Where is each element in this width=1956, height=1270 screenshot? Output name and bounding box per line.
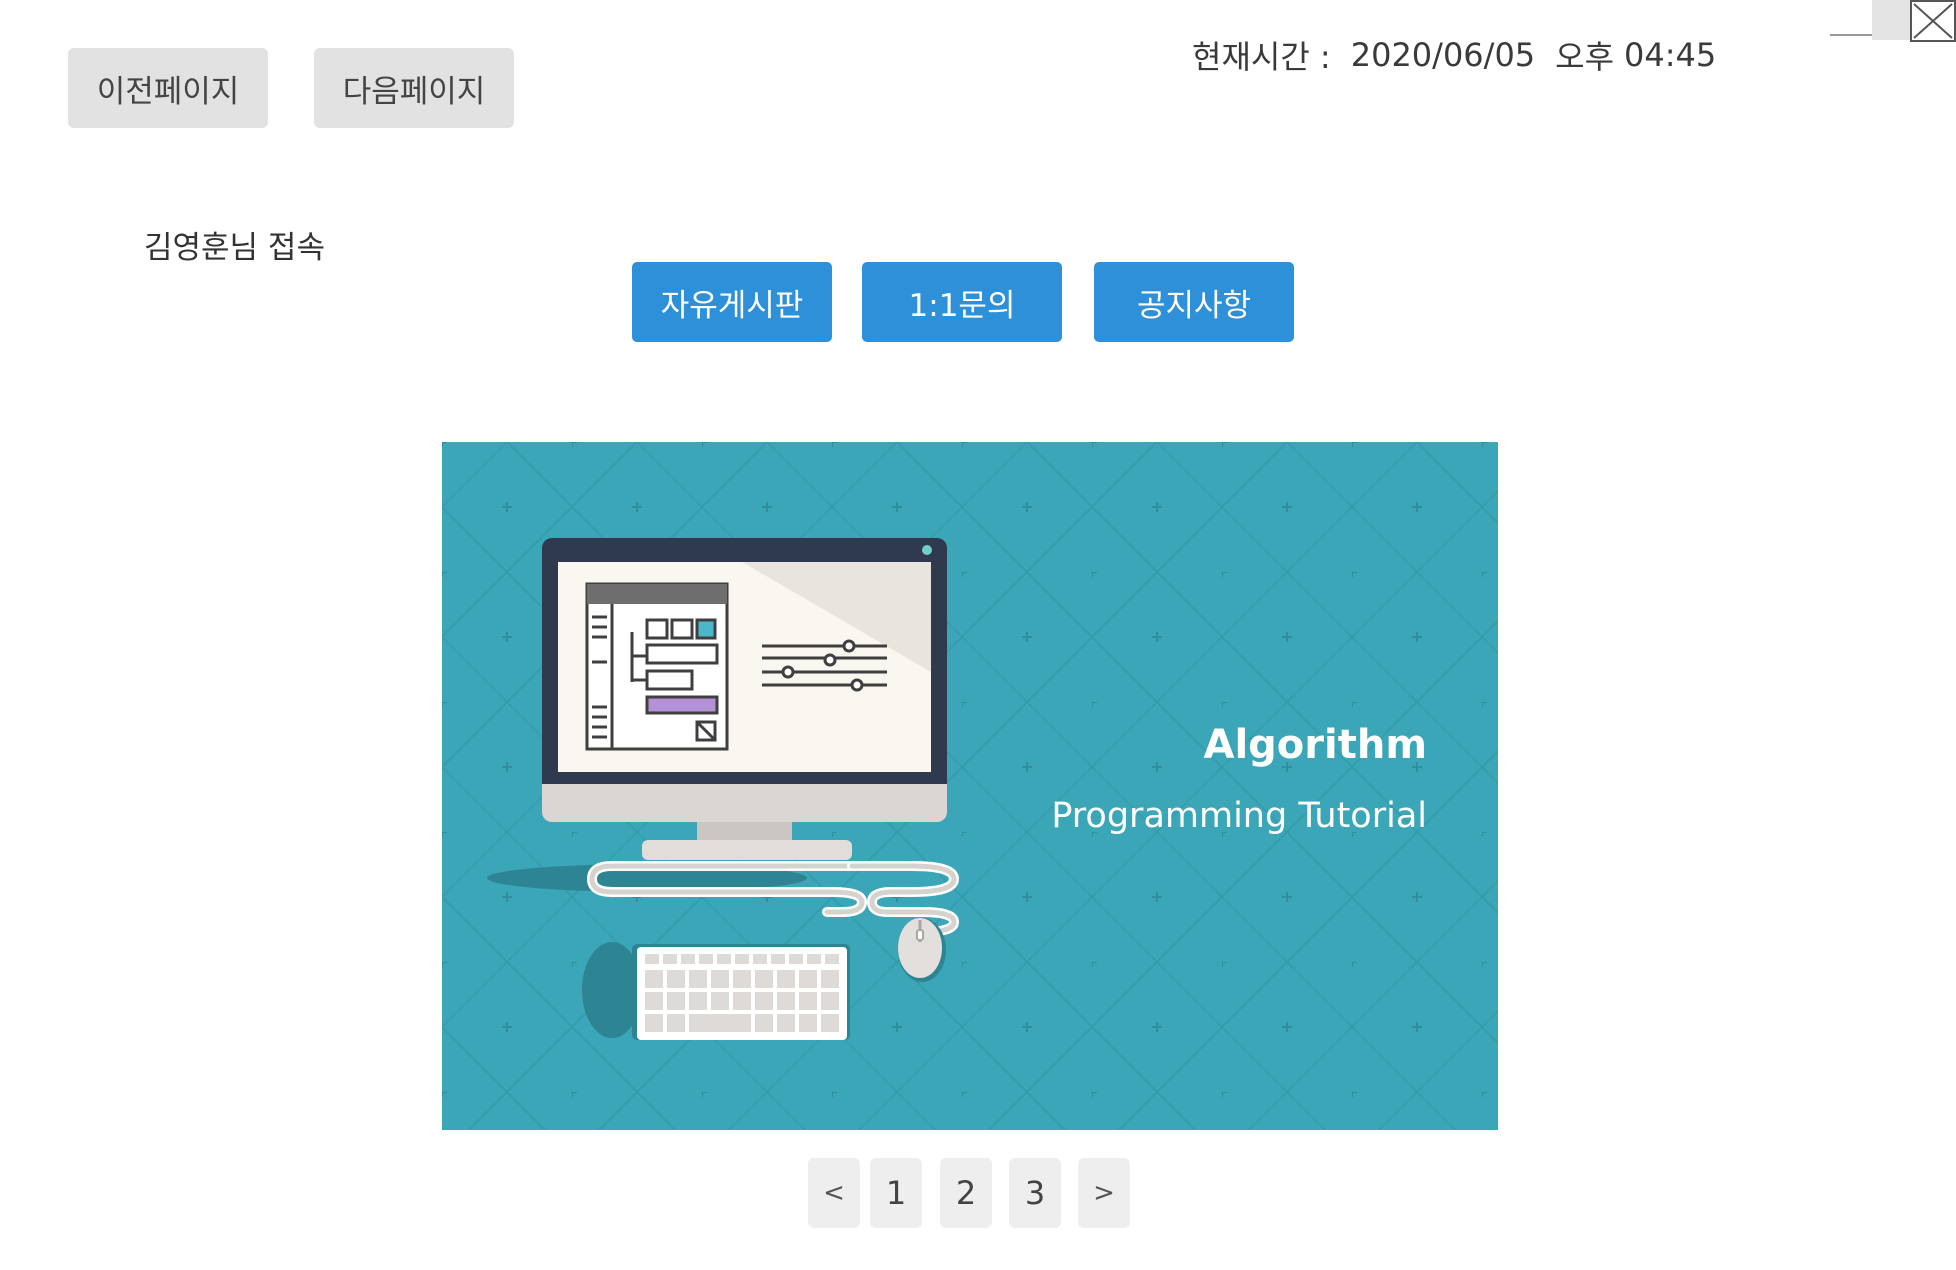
main-banner[interactable]: Algorithm Programming Tutorial bbox=[442, 442, 1498, 1130]
pagination-page-1[interactable]: 1 bbox=[870, 1158, 922, 1228]
window-control-box[interactable] bbox=[1872, 0, 1912, 40]
pagination-prev-button[interactable]: < bbox=[808, 1158, 860, 1228]
close-icon[interactable] bbox=[1910, 0, 1956, 42]
clock-label: 현재시간 : bbox=[1192, 38, 1331, 76]
banner-title: Algorithm bbox=[1204, 722, 1428, 768]
current-time: 현재시간 : 2020/06/05 오후 04:45 bbox=[1192, 30, 1716, 80]
clock-date: 2020/06/05 bbox=[1350, 36, 1536, 74]
pagination-page-2[interactable]: 2 bbox=[940, 1158, 992, 1228]
banner-image: Algorithm Programming Tutorial bbox=[442, 442, 1498, 1130]
prev-page-button[interactable]: 이전페이지 bbox=[68, 48, 268, 128]
clock-time: 04:45 bbox=[1624, 36, 1717, 74]
banner-subtitle: Programming Tutorial bbox=[1051, 796, 1427, 836]
minimize-icon[interactable] bbox=[1830, 34, 1874, 36]
next-page-button[interactable]: 다음페이지 bbox=[314, 48, 514, 128]
free-board-button[interactable]: 자유게시판 bbox=[632, 262, 832, 342]
notice-button[interactable]: 공지사항 bbox=[1094, 262, 1294, 342]
pagination-page-3[interactable]: 3 bbox=[1009, 1158, 1061, 1228]
pagination-next-button[interactable]: > bbox=[1078, 1158, 1130, 1228]
clock-ampm: 오후 bbox=[1555, 38, 1615, 76]
inquiry-button[interactable]: 1:1문의 bbox=[862, 262, 1062, 342]
close-x-icon bbox=[1913, 3, 1953, 39]
user-login-status: 김영훈님 접속 bbox=[144, 230, 325, 266]
